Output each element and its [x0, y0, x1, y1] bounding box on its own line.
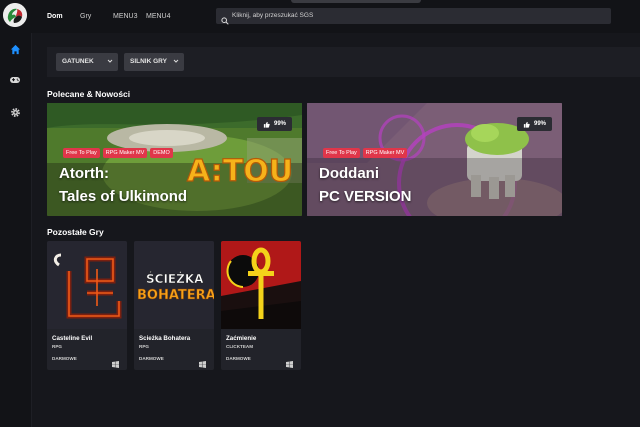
tag[interactable]: RPG Maker MV — [362, 148, 408, 158]
rating-badge: 99% — [517, 117, 553, 131]
tag[interactable]: Free To Play — [63, 148, 100, 158]
filter-bar: GATUNEK SILNIK GRY — [47, 47, 640, 77]
sidebar — [0, 0, 32, 427]
sciezka-bohatera-thumbnail: ŚCIEŻKA BOHATERA — [134, 241, 214, 329]
game-price: DARMOWE — [226, 356, 251, 361]
genre-select-label: GATUNEK — [62, 58, 94, 65]
rating-badge: 99% — [257, 117, 293, 131]
game-title: Casteline Evil — [52, 335, 93, 342]
windows-icon — [112, 355, 119, 370]
chevron-down-icon — [173, 58, 179, 66]
search-placeholder: Kliknij, aby przeszukać SGS — [232, 12, 314, 19]
nav-games[interactable]: Gry — [80, 13, 91, 20]
featured-title-line2: Tales of Ulkimond — [59, 188, 188, 205]
game-genre: CLICKTEAM — [226, 344, 254, 349]
featured-title-line1: Doddani — [319, 165, 379, 182]
featured-card-atorth[interactable]: A:TOU 99% Free To Play RPG Maker MV DEMO… — [47, 103, 302, 216]
zacmienie-thumbnail — [221, 241, 301, 329]
window-drag-handle[interactable] — [291, 0, 421, 3]
rating-value: 99% — [274, 121, 287, 127]
sciezka-logo-line1: ŚCIEŻKA — [146, 271, 204, 286]
featured-title-line1: Atorth: — [59, 165, 109, 182]
casteline-evil-thumbnail — [47, 241, 127, 329]
tag[interactable]: RPG Maker MV — [102, 148, 148, 158]
tag[interactable]: DEMO — [150, 148, 173, 158]
thumbs-up-icon — [523, 121, 530, 128]
game-card-casteline-evil[interactable]: Casteline Evil RPG DARMOWE — [47, 241, 127, 370]
game-card-zacmienie[interactable]: Zaćmienie CLICKTEAM DARMOWE — [221, 241, 301, 370]
game-card-sciezka-bohatera[interactable]: ŚCIEŻKA BOHATERA Scieżka Bohatera RPG DA… — [134, 241, 214, 370]
windows-icon — [286, 355, 293, 370]
app-logo[interactable] — [3, 3, 27, 27]
engine-select-label: SILNIK GRY — [130, 58, 167, 65]
search-icon — [221, 12, 229, 30]
thumbs-up-icon — [263, 121, 270, 128]
rating-value: 99% — [534, 121, 547, 127]
engine-select[interactable]: SILNIK GRY — [124, 53, 184, 71]
game-price: DARMOWE — [52, 356, 77, 361]
featured-heading: Polecane & Nowości — [47, 89, 131, 99]
nav-menu3[interactable]: MENU3 — [113, 13, 138, 20]
tag[interactable]: Free To Play — [323, 148, 360, 158]
featured-card-doddani[interactable]: 99% Free To Play RPG Maker MV Doddani PC… — [307, 103, 562, 216]
others-heading: Pozostałe Gry — [47, 227, 104, 237]
top-bar: Dom Gry MENU3 MENU4 Kliknij, aby przeszu… — [31, 0, 640, 33]
tag-list: Free To Play RPG Maker MV — [323, 148, 408, 158]
sciezka-logo-line2: BOHATERA — [137, 288, 214, 303]
chevron-down-icon — [107, 58, 113, 66]
gamepad-icon[interactable] — [7, 72, 23, 88]
tag-list: Free To Play RPG Maker MV DEMO — [63, 148, 173, 158]
game-genre: RPG — [139, 344, 149, 349]
featured-title-line2: PC VERSION — [319, 188, 412, 205]
atorth-logo: A:TOU — [187, 154, 293, 189]
nav-menu4[interactable]: MENU4 — [146, 13, 171, 20]
windows-icon — [199, 355, 206, 370]
settings-icon[interactable] — [7, 104, 23, 120]
game-genre: RPG — [52, 344, 62, 349]
genre-select[interactable]: GATUNEK — [56, 53, 118, 71]
search-input[interactable]: Kliknij, aby przeszukać SGS — [216, 8, 611, 25]
game-title: Zaćmienie — [226, 335, 257, 342]
home-icon[interactable] — [7, 41, 23, 57]
nav-home[interactable]: Dom — [47, 13, 63, 20]
game-title: Scieżka Bohatera — [139, 335, 191, 342]
game-price: DARMOWE — [139, 356, 164, 361]
